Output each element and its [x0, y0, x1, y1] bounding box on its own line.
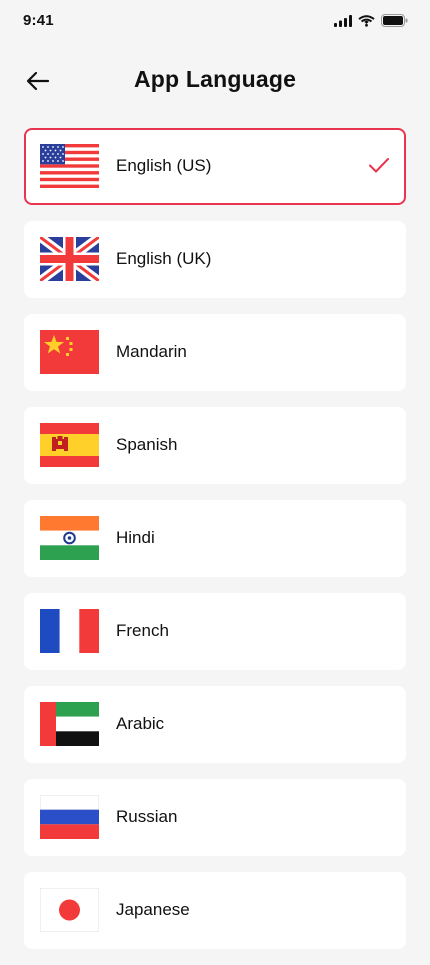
language-label: Mandarin [116, 342, 187, 361]
battery-icon [381, 14, 408, 27]
spain-flag-icon [40, 423, 99, 467]
status-bar: 9:41 [0, 0, 430, 44]
check-icon [369, 158, 389, 173]
uk-flag-icon [40, 237, 99, 281]
china-flag-icon [40, 330, 99, 374]
status-icons [334, 14, 408, 27]
language-option-mandarin[interactable]: Mandarin [24, 314, 406, 391]
language-list: English (US) English (UK) Mandarin Spani… [24, 128, 406, 965]
language-label: Russian [116, 807, 178, 826]
france-flag-icon [40, 609, 99, 653]
language-label: Spanish [116, 435, 178, 454]
india-flag-icon [40, 516, 99, 560]
language-option-french[interactable]: French [24, 593, 406, 670]
header: App Language [0, 56, 430, 106]
language-option-english-us[interactable]: English (US) [24, 128, 406, 205]
language-option-russian[interactable]: Russian [24, 779, 406, 856]
page-title: App Language [133, 66, 297, 92]
language-label: Hindi [116, 528, 155, 547]
language-option-hindi[interactable]: Hindi [24, 500, 406, 577]
language-label: Japanese [116, 900, 190, 919]
language-label: Arabic [116, 714, 165, 733]
language-option-japanese[interactable]: Japanese [24, 872, 406, 949]
language-option-arabic[interactable]: Arabic [24, 686, 406, 763]
language-option-spanish[interactable]: Spanish [24, 407, 406, 484]
language-label: English (UK) [116, 249, 212, 268]
uae-flag-icon [40, 702, 99, 746]
wifi-icon [358, 14, 375, 27]
language-label: English (US) [116, 156, 212, 175]
cellular-signal-icon [334, 14, 352, 27]
status-time: 9:41 [23, 12, 54, 29]
japan-flag-icon [40, 888, 99, 932]
us-flag-icon [40, 144, 99, 188]
russia-flag-icon [40, 795, 99, 839]
language-option-english-uk[interactable]: English (UK) [24, 221, 406, 298]
language-label: French [116, 621, 169, 640]
